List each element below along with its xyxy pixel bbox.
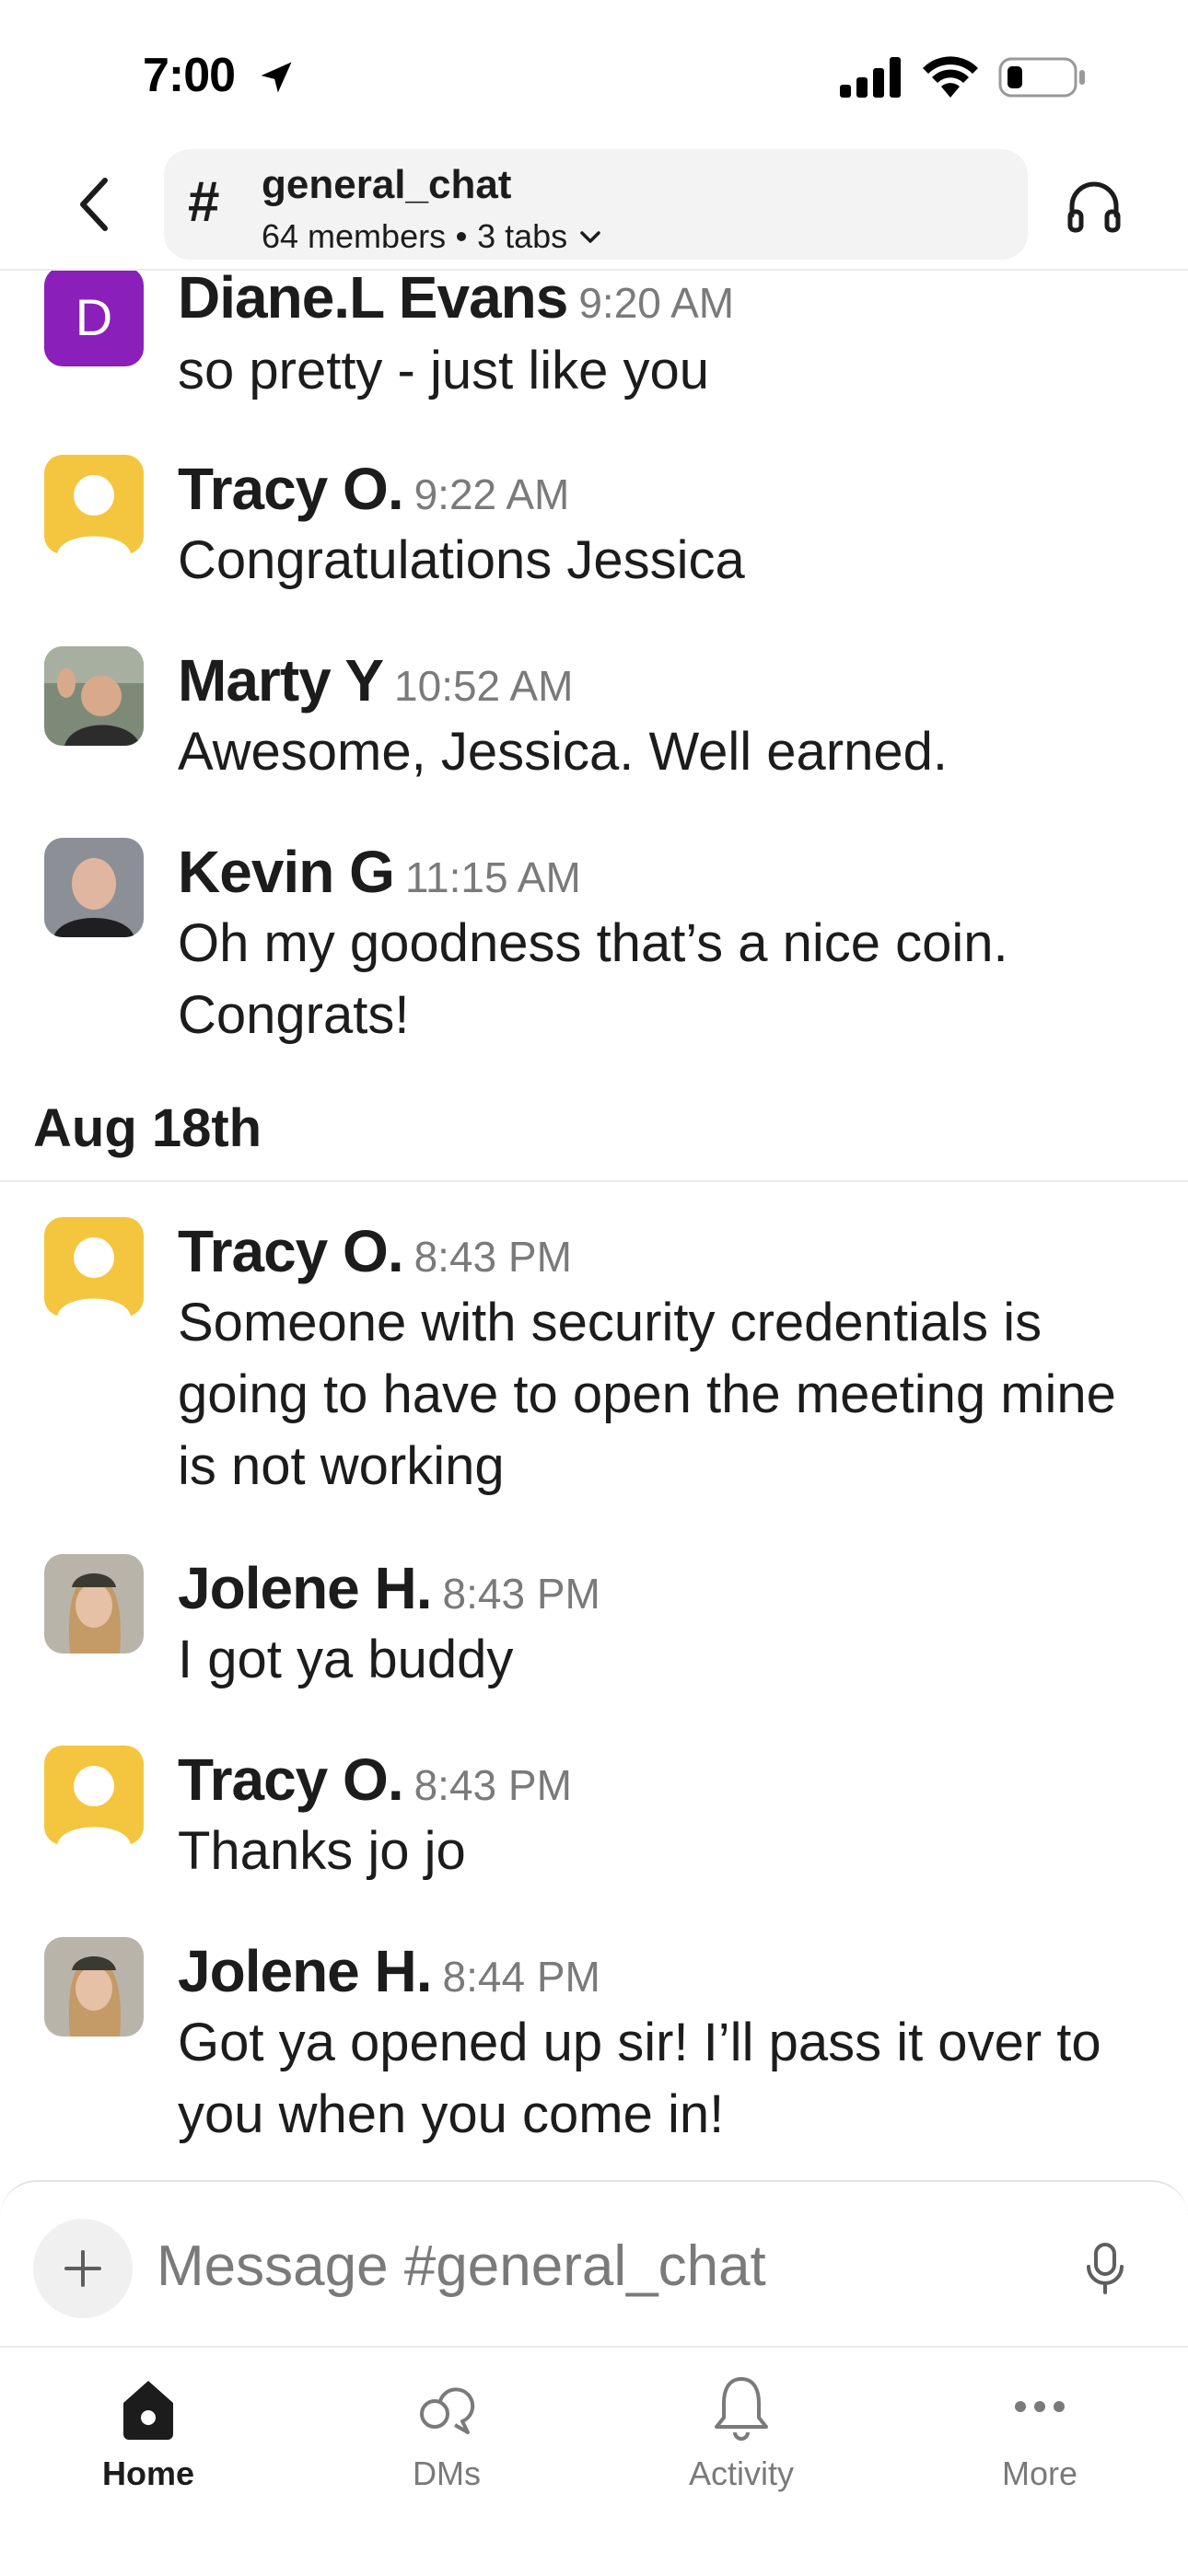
message-text: Congratulations Jessica [178, 530, 745, 590]
message-author[interactable]: Diane.L Evans 9:20 AM [178, 271, 734, 331]
tab-label: More [1001, 2454, 1078, 2492]
avatar[interactable] [44, 838, 144, 937]
huddle-headphones-icon[interactable] [1065, 177, 1124, 236]
default-user-icon [57, 475, 131, 554]
message-author[interactable]: Tracy O. 9:22 AM [178, 455, 569, 523]
avatar[interactable] [44, 1937, 144, 2036]
default-user-icon [57, 1766, 131, 1845]
dms-icon [420, 2387, 475, 2434]
bottom-tab-bar: Home DMs Activity More [0, 2346, 1188, 2576]
message-author[interactable]: Tracy O. 8:43 PM [178, 1217, 572, 1285]
more-dots-icon [1015, 2401, 1065, 2412]
user-photo-icon [44, 1937, 144, 2036]
add-attachment-button[interactable] [33, 2219, 133, 2318]
tab-label: Home [101, 2454, 195, 2492]
avatar-letter: D [75, 287, 113, 346]
tab-label: DMs [413, 2454, 481, 2492]
message-list[interactable]: D Diane.L Evans 9:20 AM so pretty - just … [0, 271, 1188, 2186]
message-time: 10:52 AM [394, 662, 574, 710]
avatar[interactable] [44, 1217, 144, 1317]
message-time: 9:20 AM [578, 279, 735, 327]
avatar[interactable] [44, 646, 144, 746]
hash-icon: # [188, 170, 220, 234]
user-photo-icon [44, 1554, 144, 1654]
message-time: 8:43 PM [413, 1233, 572, 1281]
avatar[interactable]: D [44, 271, 144, 366]
tab-home[interactable]: Home [33, 2366, 263, 2504]
author-name[interactable]: Tracy O. [178, 456, 404, 522]
message-author[interactable]: Marty Y 10:52 AM [178, 646, 573, 714]
status-bar: 7:00 [0, 0, 1188, 138]
home-icon [123, 2381, 173, 2440]
author-name[interactable]: Diane.L Evans [178, 271, 568, 331]
message-author[interactable]: Kevin G 11:15 AM [178, 838, 581, 906]
location-arrow-icon [261, 62, 292, 93]
bell-icon [715, 2377, 768, 2441]
message-text: Thanks jo jo [178, 1821, 466, 1881]
plus-icon [64, 2250, 101, 2287]
tab-more[interactable]: More [925, 2366, 1155, 2504]
tab-activity[interactable]: Activity [626, 2366, 856, 2504]
author-name[interactable]: Tracy O. [178, 1746, 404, 1813]
status-time: 7:00 [143, 49, 236, 102]
message-author[interactable]: Tracy O. 8:43 PM [178, 1746, 572, 1814]
message-text: Oh my goodness that’s a nice coin. Congr… [178, 913, 1008, 1045]
message-text: so pretty - just like you [178, 341, 709, 400]
chevron-down-icon [580, 231, 600, 243]
message-author[interactable]: Jolene H. 8:43 PM [178, 1554, 600, 1622]
message-text: Someone with security credentials is goi… [178, 1293, 1116, 1496]
avatar[interactable] [44, 1554, 144, 1654]
members-count: 64 members [262, 217, 447, 255]
message-text: I got ya buddy [178, 1630, 514, 1689]
author-name[interactable]: Kevin G [178, 839, 395, 905]
message-time: 8:43 PM [413, 1761, 572, 1809]
tab-dms[interactable]: DMs [332, 2366, 562, 2504]
user-photo-icon [44, 838, 144, 937]
channel-header: # general_chat 64 members 3 tabs [0, 140, 1188, 271]
channel-info-button[interactable]: # general_chat 64 members 3 tabs [164, 149, 1028, 260]
author-name[interactable]: Marty Y [178, 647, 384, 714]
message-composer [0, 2180, 1188, 2348]
author-name[interactable]: Jolene H. [178, 1555, 433, 1621]
message-input[interactable] [157, 2224, 1041, 2307]
message-time: 11:15 AM [404, 853, 581, 901]
tabs-count: 3 tabs [477, 217, 568, 255]
battery-icon [998, 57, 1085, 98]
microphone-icon[interactable] [1083, 2241, 1127, 2296]
message-time: 8:44 PM [442, 1953, 600, 2001]
message-text: Awesome, Jessica. Well earned. [178, 722, 949, 782]
signal-icon [840, 57, 901, 98]
back-arrow-icon[interactable] [64, 168, 129, 241]
message-text: Got ya opened up sir! I’ll pass it over … [178, 2013, 1101, 2144]
date-divider[interactable]: Aug 18th [33, 1097, 262, 1159]
tab-label: Activity [688, 2454, 794, 2492]
message-time: 8:43 PM [442, 1570, 600, 1618]
channel-name: general_chat [262, 162, 512, 207]
avatar[interactable] [44, 455, 144, 554]
separator-dot [457, 232, 467, 241]
message-time: 9:22 AM [413, 470, 570, 518]
user-photo-icon [44, 646, 144, 746]
wifi-icon [923, 56, 978, 98]
author-name[interactable]: Jolene H. [178, 1938, 433, 2004]
message-author[interactable]: Jolene H. 8:44 PM [178, 1937, 600, 2005]
channel-meta: 64 members 3 tabs [262, 217, 602, 256]
author-name[interactable]: Tracy O. [178, 1218, 404, 1284]
default-user-icon [57, 1237, 131, 1317]
divider-line [0, 1180, 1188, 1182]
avatar[interactable] [44, 1746, 144, 1845]
